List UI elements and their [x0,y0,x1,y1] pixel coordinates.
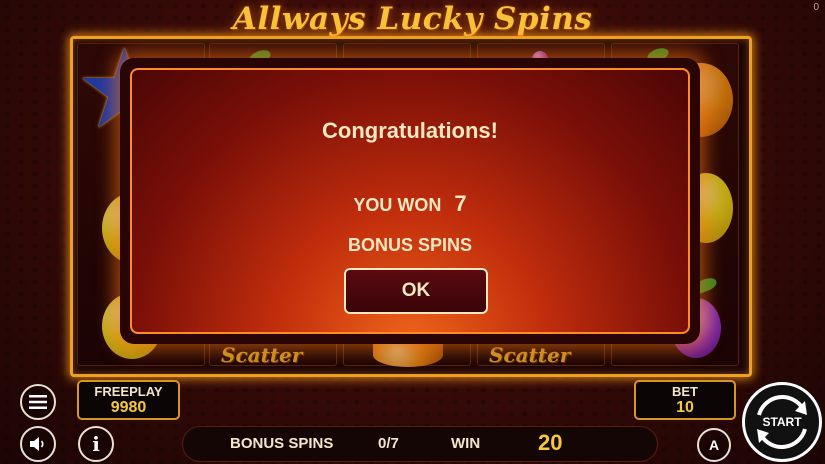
dialog-heading: Congratulations! [322,118,498,143]
menu-icon [29,395,47,409]
start-button[interactable]: START [742,382,822,462]
sound-button[interactable] [20,426,56,462]
start-label: START [762,415,802,429]
bet-label: BET [672,384,698,399]
bet-panel[interactable]: BET 10 [634,380,736,420]
autoplay-icon: A [708,437,720,453]
bet-value: 10 [676,399,694,416]
won-count: 7 [454,191,467,216]
corner-counter: 0 [813,2,819,13]
menu-button[interactable] [20,384,56,420]
win-label: WIN [451,435,481,452]
bonus-spins-label: BONUS SPINS [230,435,334,452]
freeplay-value: 9980 [110,399,147,416]
freeplay-panel: FREEPLAY 9980 [77,380,180,420]
info-button[interactable]: i [78,426,114,462]
game-stage: Allways Lucky Spins 0 ★ Scatter Scatter [0,0,825,464]
won-suffix: BONUS SPINS [347,235,473,255]
bonus-spins-value: 0/7 [378,435,399,452]
win-dialog: Congratulations! YOU WON 7 BONUS SPINS O… [120,58,700,344]
info-icon: i [92,432,100,456]
won-prefix: YOU WON [353,195,442,215]
status-bar: BONUS SPINS 0/7 WIN 20 [182,426,658,462]
ok-button[interactable]: OK [344,268,488,314]
autoplay-button[interactable]: A [697,428,731,462]
sound-icon [30,437,44,451]
won-line: YOU WON 7 [130,191,690,217]
win-value: 20 [538,430,563,455]
freeplay-label: FREEPLAY [94,384,163,399]
win-dialog-panel: Congratulations! YOU WON 7 BONUS SPINS O… [130,68,690,334]
